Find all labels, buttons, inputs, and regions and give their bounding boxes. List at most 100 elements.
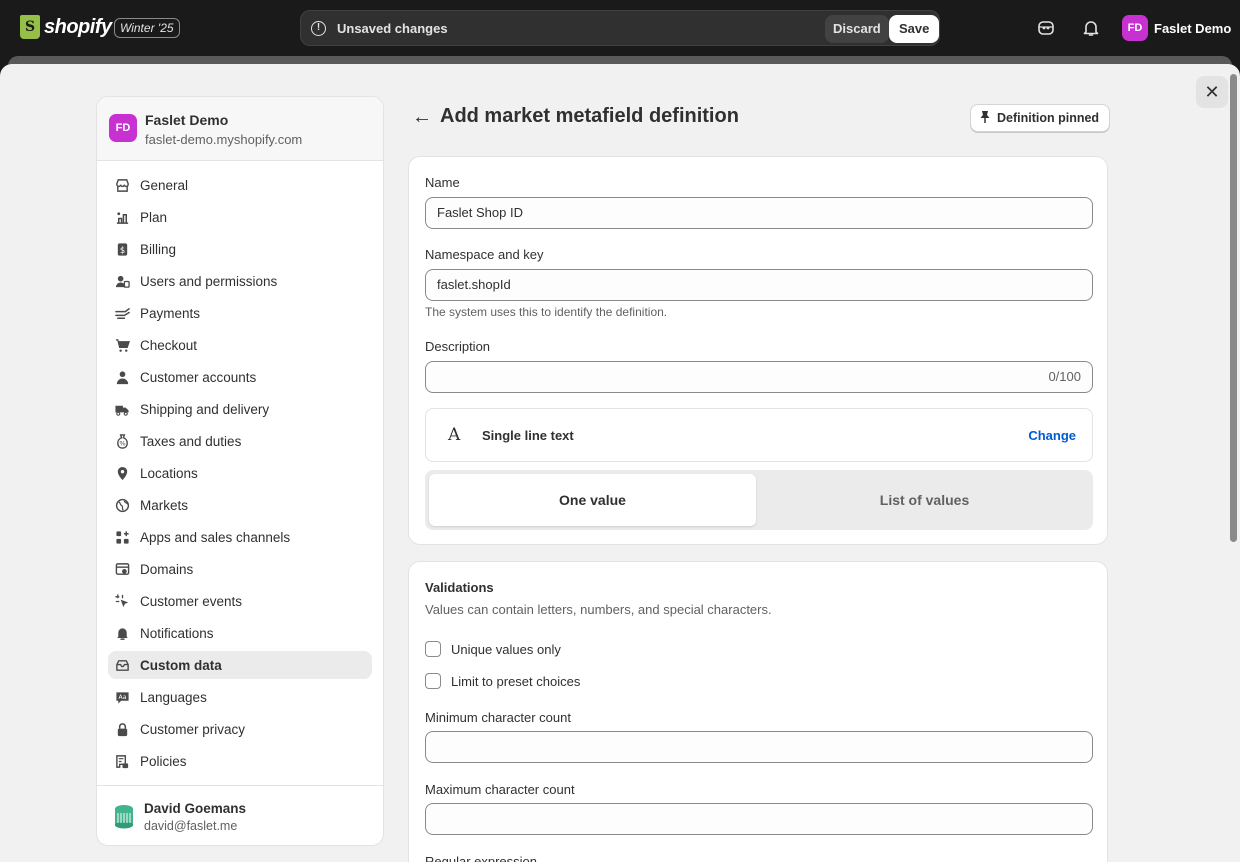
pin-label: Definition pinned [997, 111, 1100, 125]
regex-label: Regular expression [425, 854, 538, 862]
value-mode-toggle: One value List of values [425, 470, 1093, 530]
sidebar-item-notifications[interactable]: Notifications [108, 619, 372, 647]
store-avatar: FD [109, 114, 137, 142]
preset-choices-checkbox[interactable] [425, 673, 441, 689]
user-avatar-icon [113, 803, 135, 829]
shopify-bag-icon [20, 15, 40, 39]
sidebar-item-label: Domains [140, 561, 194, 577]
sidebar-item-label: Checkout [140, 337, 198, 353]
sidebar-item-users[interactable]: Users and permissions [108, 267, 372, 295]
payments-icon [114, 305, 130, 321]
sidebar-item-custom-data[interactable]: Custom data [108, 651, 372, 679]
sidebar-item-label: Shipping and delivery [140, 401, 270, 417]
unsaved-changes-bar: ! Unsaved changes Discard Save [300, 10, 940, 46]
sidebar-item-label: Markets [140, 497, 189, 513]
sidebar-item-label: Billing [140, 241, 177, 257]
sidebar-item-label: Payments [140, 305, 201, 321]
type-label: Single line text [482, 428, 574, 443]
sidebar-item-general[interactable]: General [108, 171, 372, 199]
top-bar: shopify Winter '25 ! Unsaved changes Dis… [0, 0, 1240, 56]
list-of-values-option[interactable]: List of values [760, 474, 1089, 526]
max-count-label: Maximum character count [425, 782, 575, 797]
sidebar-item-locations[interactable]: Locations [108, 459, 372, 487]
discard-button[interactable]: Discard [825, 15, 889, 43]
sidebar-item-markets[interactable]: Markets [108, 491, 372, 519]
validations-subtitle: Values can contain letters, numbers, and… [425, 602, 772, 617]
settings-modal: ✕ FD Faslet Demo faslet-demo.myshopify.c… [0, 64, 1240, 862]
description-field[interactable]: 0/100 [425, 361, 1093, 393]
person-icon [114, 369, 130, 385]
account-menu[interactable]: FD Faslet Demo [1122, 15, 1231, 41]
max-count-field[interactable] [425, 803, 1093, 835]
svg-text:Aa: Aa [118, 693, 126, 700]
sidebar-item-shipping[interactable]: Shipping and delivery [108, 395, 372, 423]
sidebar-item-customer-events[interactable]: Customer events [108, 587, 372, 615]
character-counter: 0/100 [1048, 369, 1081, 384]
min-count-field[interactable] [425, 731, 1093, 763]
avatar: FD [1122, 15, 1148, 41]
sidebar-item-plan[interactable]: Plan [108, 203, 372, 231]
store-domain: faslet-demo.myshopify.com [145, 132, 303, 147]
sidebar-item-label: Notifications [140, 625, 214, 641]
unsaved-changes-text: Unsaved changes [337, 21, 448, 36]
scrollbar[interactable] [1230, 74, 1237, 542]
change-type-link[interactable]: Change [1028, 428, 1076, 443]
sidebar-item-checkout[interactable]: Checkout [108, 331, 372, 359]
unique-values-checkbox[interactable] [425, 641, 441, 657]
sidebar-item-label: Taxes and duties [140, 433, 242, 449]
sidebar-item-label: Policies [140, 753, 187, 769]
sidebar-item-policies[interactable]: Policies [108, 747, 372, 775]
apps-icon [114, 529, 130, 545]
bell-icon [114, 625, 130, 641]
svg-text:%: % [119, 439, 125, 447]
sidebar-item-label: Custom data [140, 657, 222, 673]
cursor-icon [114, 593, 130, 609]
edition-badge[interactable]: Winter '25 [114, 18, 180, 38]
store-name: Faslet Demo [145, 112, 229, 128]
user-profile[interactable]: David Goemans david@faslet.me [97, 785, 383, 845]
save-button[interactable]: Save [889, 15, 940, 43]
store-header[interactable]: FD Faslet Demo faslet-demo.myshopify.com [97, 97, 383, 161]
one-value-option[interactable]: One value [429, 474, 756, 526]
bell-icon[interactable] [1081, 18, 1101, 38]
sidebar-item-label: Customer privacy [140, 721, 246, 737]
sidekick-icon[interactable] [1036, 18, 1056, 38]
close-icon[interactable]: ✕ [1196, 76, 1228, 108]
sidebar-item-payments[interactable]: Payments [108, 299, 372, 327]
validations-card: Validations Values can contain letters, … [408, 561, 1108, 862]
sidebar-item-languages[interactable]: Aa Languages [108, 683, 372, 711]
sidebar-item-label: General [140, 177, 189, 193]
alert-circle-icon: ! [311, 21, 326, 36]
account-name: Faslet Demo [1154, 20, 1232, 36]
namespace-field[interactable]: faslet.shopId [425, 269, 1093, 301]
type-selector: A Single line text Change [425, 408, 1093, 462]
sidebar-item-label: Plan [140, 209, 168, 225]
cart-icon [114, 337, 130, 353]
sidebar-item-label: Customer events [140, 593, 243, 609]
name-label: Name [425, 175, 460, 190]
text-type-icon: A [448, 425, 461, 445]
logo-text: shopify [44, 15, 112, 38]
location-icon [114, 465, 130, 481]
sidebar-item-taxes[interactable]: % Taxes and duties [108, 427, 372, 455]
database-icon [114, 657, 130, 673]
sidebar-item-customer-privacy[interactable]: Customer privacy [108, 715, 372, 743]
language-icon: Aa [114, 689, 130, 705]
plan-icon [114, 209, 130, 225]
sidebar-item-domains[interactable]: Domains [108, 555, 372, 583]
sidebar-item-label: Locations [140, 465, 198, 481]
billing-icon: $ [114, 241, 130, 257]
svg-text:$: $ [119, 244, 124, 254]
shopify-logo[interactable]: shopify [20, 15, 112, 39]
preset-choices-option[interactable]: Limit to preset choices [425, 673, 580, 689]
sidebar-item-customer-accounts[interactable]: Customer accounts [108, 363, 372, 391]
sidebar-item-billing[interactable]: $ Billing [108, 235, 372, 263]
back-arrow-icon[interactable]: ← [412, 106, 432, 129]
policy-icon [114, 753, 130, 769]
name-field[interactable]: Faslet Shop ID [425, 197, 1093, 229]
sidebar-item-label: Apps and sales channels [140, 529, 291, 545]
unique-values-option[interactable]: Unique values only [425, 641, 561, 657]
sidebar-item-apps[interactable]: Apps and sales channels [108, 523, 372, 551]
definition-pinned-button[interactable]: Definition pinned [970, 104, 1111, 132]
sidebar-item-label: Customer accounts [140, 369, 257, 385]
